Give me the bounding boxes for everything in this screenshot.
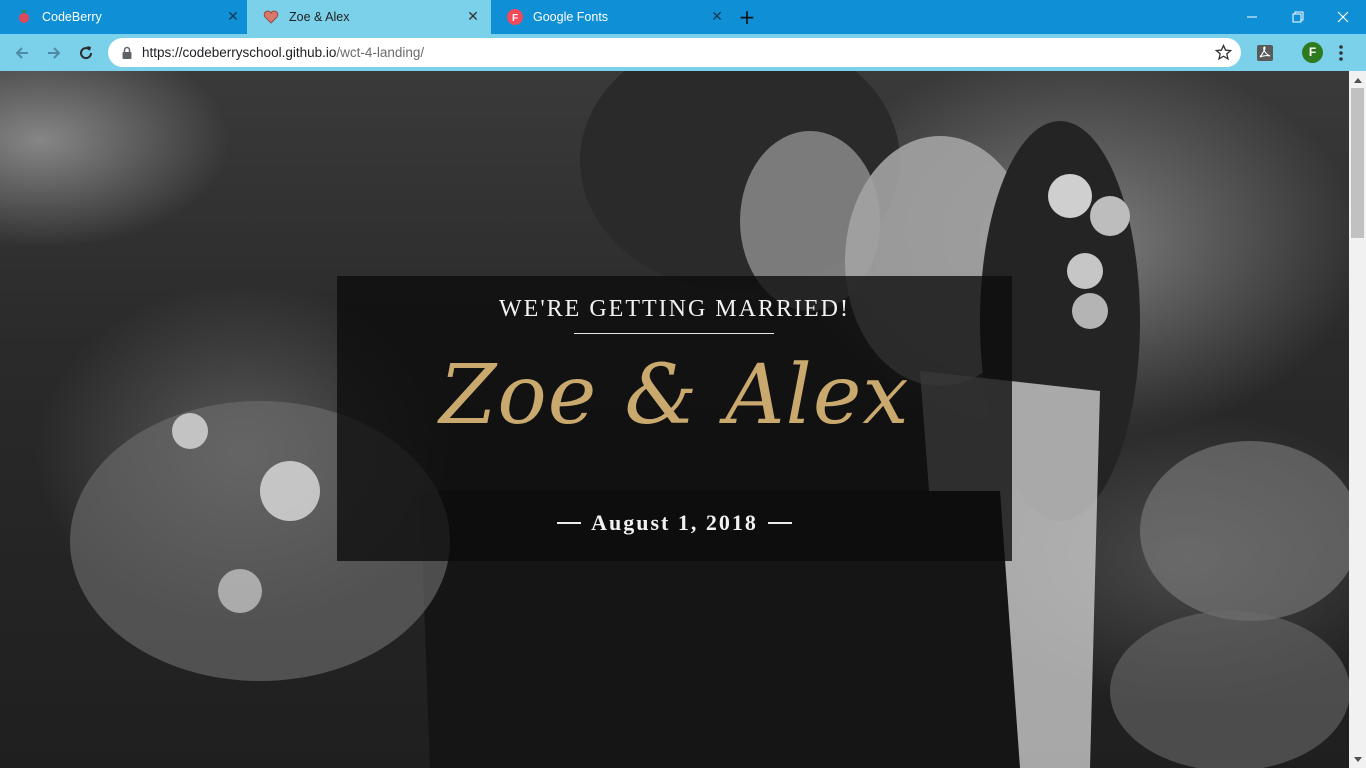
reload-button[interactable] — [73, 40, 99, 66]
subheading-divider — [574, 333, 774, 334]
landing-page: WE'RE GETTING MARRIED! Zoe & Alex August… — [0, 71, 1349, 768]
tab-zoe-alex[interactable]: Zoe & Alex ✕ — [247, 0, 491, 34]
tab-google-fonts[interactable]: F Google Fonts ✕ — [491, 0, 735, 34]
restore-icon — [1292, 11, 1304, 23]
scroll-down-button[interactable] — [1349, 751, 1366, 768]
close-icon[interactable]: ✕ — [709, 9, 725, 25]
new-tab-button[interactable]: + — [736, 6, 758, 28]
couple-names: Zoe & Alex — [439, 348, 910, 443]
forward-arrow-icon — [48, 47, 61, 59]
back-button[interactable] — [9, 40, 35, 66]
scroll-up-arrow-icon — [1353, 77, 1362, 83]
reload-icon — [80, 46, 93, 60]
page-scrollbar[interactable] — [1349, 71, 1366, 768]
browser-toolbar: https://codeberryschool.github.io/wct-4-… — [0, 34, 1366, 71]
address-bar[interactable]: https://codeberryschool.github.io/wct-4-… — [108, 38, 1241, 67]
scroll-thumb[interactable] — [1351, 88, 1364, 238]
date-dash-left — [557, 522, 582, 524]
wedding-date: August 1, 2018 — [591, 510, 758, 535]
hero-overlay: WE'RE GETTING MARRIED! Zoe & Alex August… — [337, 276, 1012, 561]
tab-title: Zoe & Alex — [289, 10, 350, 24]
heart-icon — [263, 10, 279, 24]
minimize-button[interactable] — [1229, 0, 1275, 34]
scroll-up-button[interactable] — [1349, 71, 1366, 88]
menu-dots-icon[interactable] — [1336, 43, 1346, 63]
svg-text:F: F — [512, 13, 518, 24]
restore-button[interactable] — [1275, 0, 1321, 34]
url-host: https://codeberryschool.github.io — [142, 45, 337, 60]
codeberry-icon — [19, 9, 29, 23]
close-window-button[interactable] — [1320, 0, 1366, 34]
close-window-icon — [1337, 11, 1349, 23]
forward-button[interactable] — [41, 40, 67, 66]
close-icon[interactable]: ✕ — [225, 9, 241, 25]
tab-title: Google Fonts — [533, 10, 609, 24]
lock-icon[interactable] — [120, 46, 134, 60]
minimize-icon — [1247, 16, 1257, 18]
tab-codeberry[interactable]: CodeBerry — [0, 0, 244, 34]
google-fonts-icon: F — [507, 9, 523, 25]
date-dash-right — [767, 522, 792, 524]
scroll-down-arrow-icon — [1353, 756, 1362, 762]
hero-subheading: WE'RE GETTING MARRIED! — [499, 296, 850, 322]
tab-strip: CodeBerry Zoe & Alex ✕ F Google Fonts ✕ … — [0, 0, 1366, 34]
profile-avatar[interactable]: F — [1302, 42, 1323, 63]
url-text[interactable]: https://codeberryschool.github.io/wct-4-… — [142, 45, 424, 60]
tab-title: CodeBerry — [42, 10, 102, 24]
bookmark-star-icon[interactable] — [1215, 44, 1232, 61]
pdf-extension-icon[interactable] — [1256, 44, 1274, 62]
close-icon[interactable]: ✕ — [465, 9, 481, 25]
wedding-date-row: August 1, 2018 — [337, 510, 1012, 536]
back-arrow-icon — [15, 47, 28, 59]
url-path: /wct-4-landing/ — [336, 45, 425, 60]
